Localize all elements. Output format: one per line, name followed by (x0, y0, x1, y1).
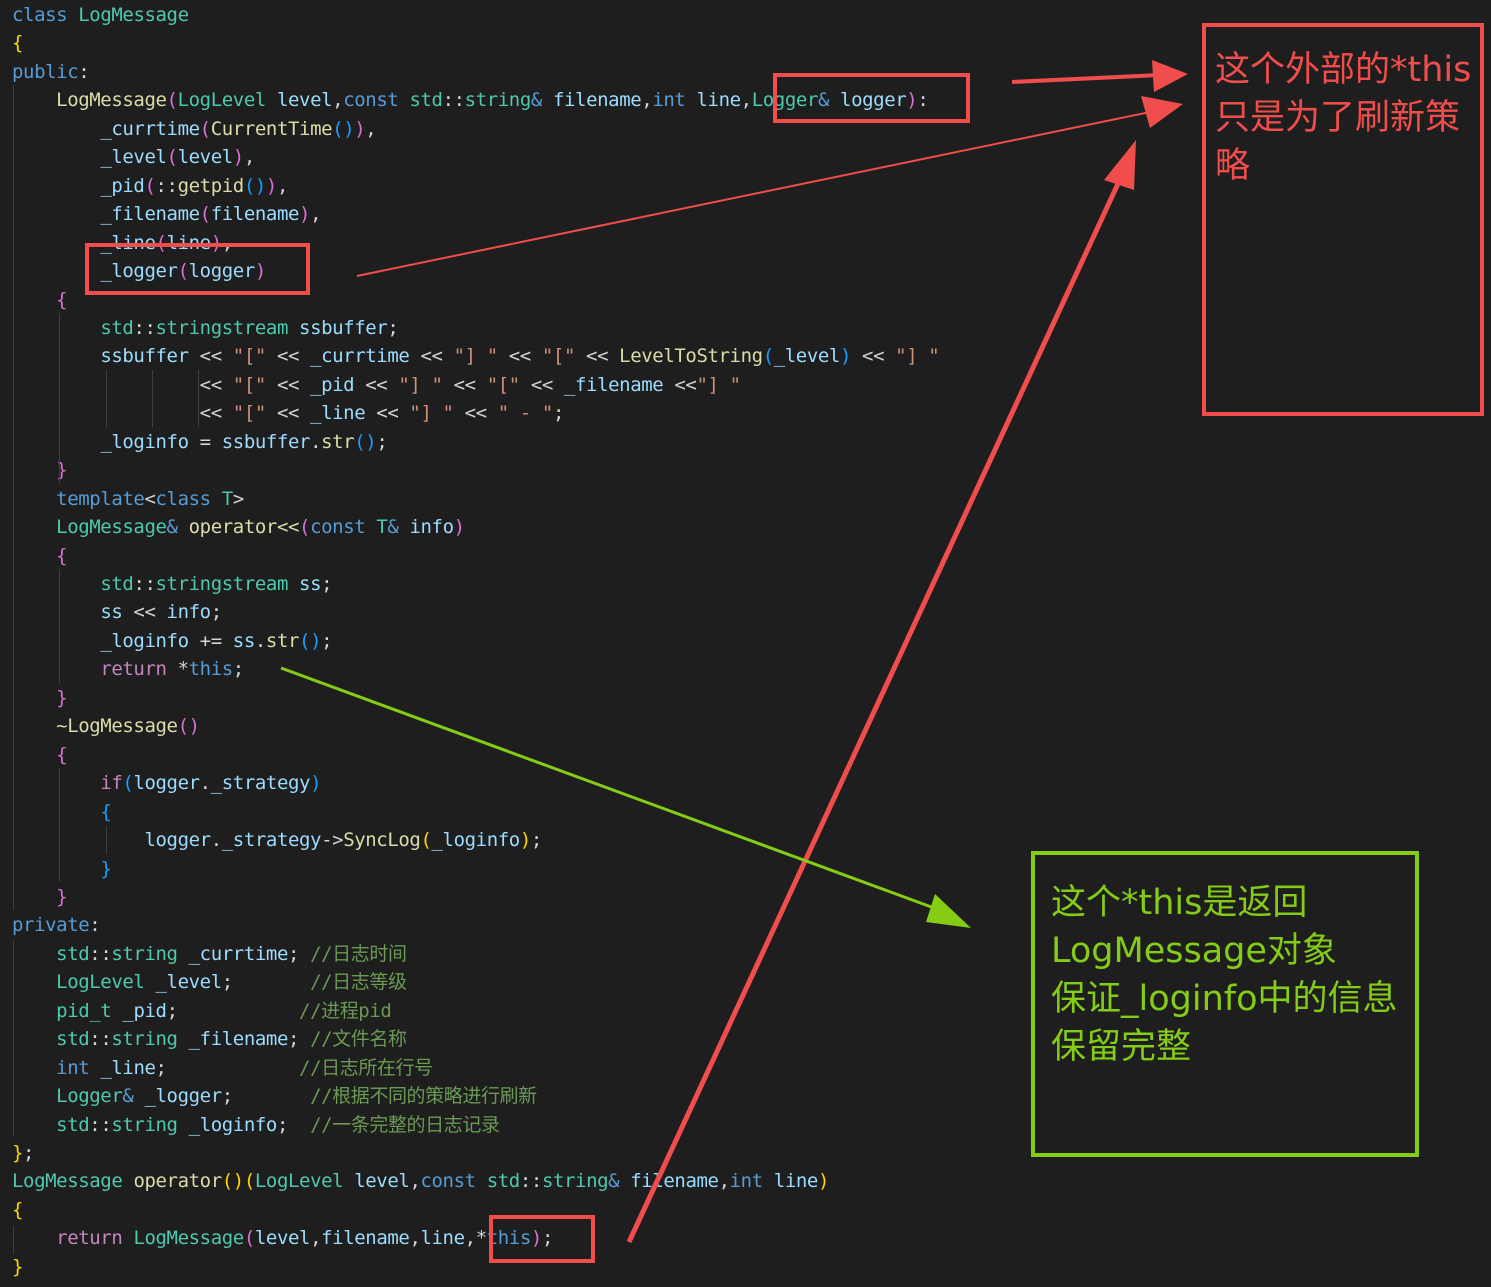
green-arrowhead (926, 894, 971, 928)
red-arrowhead-3 (1104, 140, 1136, 190)
red-arrow-3 (626, 173, 1125, 1244)
red-arrow-2 (356, 111, 1151, 277)
green-arrow (280, 666, 946, 914)
red-arrowhead-2 (1141, 96, 1183, 128)
annotation-arrows (280, 60, 1188, 1244)
red-arrow-1 (1011, 73, 1161, 84)
red-arrowhead-1 (1152, 60, 1188, 92)
